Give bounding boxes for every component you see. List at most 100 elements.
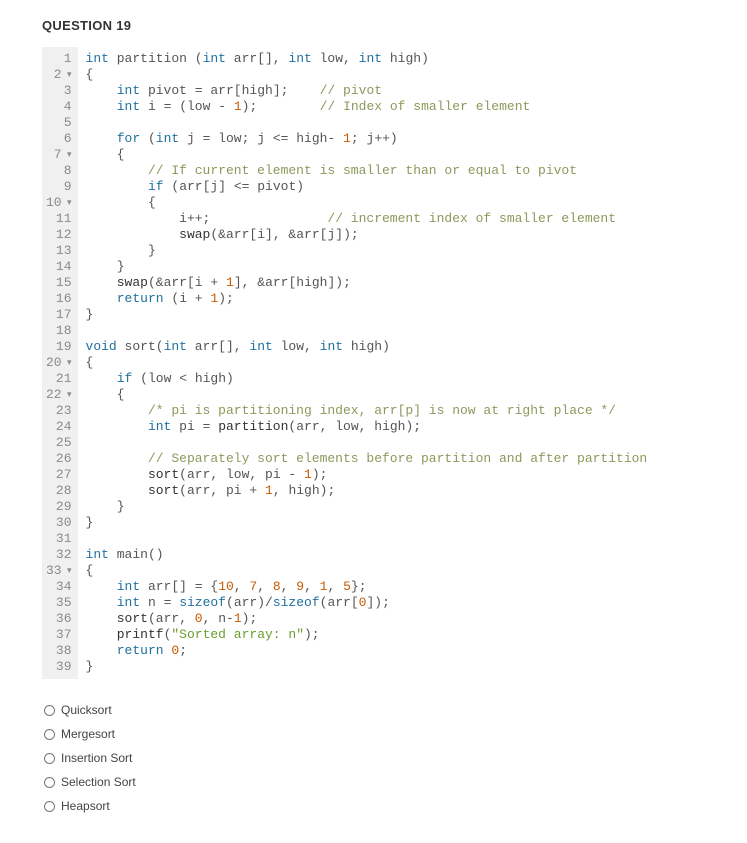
line-number: 39 [46, 659, 72, 675]
line-number: 38 [46, 643, 72, 659]
code-line: int pivot = arr[high]; // pivot [86, 83, 648, 99]
code-line: { [86, 563, 648, 579]
line-number: 2 ▾ [46, 67, 72, 83]
line-number: 32 [46, 547, 72, 563]
answer-option[interactable]: Quicksort [44, 703, 747, 717]
code-line: /* pi is partitioning index, arr[p] is n… [86, 403, 648, 419]
answer-option[interactable]: Selection Sort [44, 775, 747, 789]
line-number: 26 [46, 451, 72, 467]
code-line: int i = (low - 1); // Index of smaller e… [86, 99, 648, 115]
code-line: for (int j = low; j <= high- 1; j++) [86, 131, 648, 147]
code-line: if (low < high) [86, 371, 648, 387]
line-number: 28 [46, 483, 72, 499]
answer-option[interactable]: Insertion Sort [44, 751, 747, 765]
line-number: 1 [46, 51, 72, 67]
code-line: i++; // increment index of smaller eleme… [86, 211, 648, 227]
code-line: // If current element is smaller than or… [86, 163, 648, 179]
code-line: return (i + 1); [86, 291, 648, 307]
fold-icon[interactable]: ▾ [62, 390, 72, 400]
radio-icon[interactable] [44, 729, 55, 740]
line-number: 12 [46, 227, 72, 243]
line-number: 24 [46, 419, 72, 435]
line-number: 31 [46, 531, 72, 547]
line-number: 20 ▾ [46, 355, 72, 371]
line-number: 6 [46, 131, 72, 147]
code-line: swap(&arr[i], &arr[j]); [86, 227, 648, 243]
code-line [86, 115, 648, 131]
line-number: 3 [46, 83, 72, 99]
code-area: int partition (int arr[], int low, int h… [78, 47, 656, 679]
radio-icon[interactable] [44, 705, 55, 716]
line-number: 9 [46, 179, 72, 195]
option-label: Quicksort [61, 703, 112, 717]
question-title: QUESTION 19 [42, 18, 747, 33]
option-label: Selection Sort [61, 775, 136, 789]
fold-icon[interactable]: ▾ [62, 358, 72, 368]
line-number: 36 [46, 611, 72, 627]
line-number: 15 [46, 275, 72, 291]
line-number: 4 [46, 99, 72, 115]
code-line: swap(&arr[i + 1], &arr[high]); [86, 275, 648, 291]
fold-icon[interactable]: ▾ [62, 70, 72, 80]
code-line: sort(arr, pi + 1, high); [86, 483, 648, 499]
fold-icon[interactable]: ▾ [62, 150, 72, 160]
code-line: { [86, 355, 648, 371]
code-line: int main() [86, 547, 648, 563]
radio-icon[interactable] [44, 753, 55, 764]
line-number: 14 [46, 259, 72, 275]
line-number: 25 [46, 435, 72, 451]
answer-option[interactable]: Mergesort [44, 727, 747, 741]
line-number: 27 [46, 467, 72, 483]
line-number: 34 [46, 579, 72, 595]
line-number: 11 [46, 211, 72, 227]
code-line: } [86, 243, 648, 259]
line-number: 13 [46, 243, 72, 259]
code-line: return 0; [86, 643, 648, 659]
code-line: { [86, 147, 648, 163]
code-line [86, 323, 648, 339]
code-line: // Separately sort elements before parti… [86, 451, 648, 467]
code-line [86, 435, 648, 451]
line-number: 23 [46, 403, 72, 419]
line-number: 7 ▾ [46, 147, 72, 163]
code-line: } [86, 515, 648, 531]
answer-option[interactable]: Heapsort [44, 799, 747, 813]
code-line: printf("Sorted array: n"); [86, 627, 648, 643]
code-line: } [86, 259, 648, 275]
code-line: if (arr[j] <= pivot) [86, 179, 648, 195]
code-line: } [86, 659, 648, 675]
line-number: 30 [46, 515, 72, 531]
fold-icon[interactable]: ▾ [62, 198, 72, 208]
answer-options: Quicksort Mergesort Insertion Sort Selectio… [42, 703, 747, 813]
line-number: 35 [46, 595, 72, 611]
fold-icon[interactable]: ▾ [62, 566, 72, 576]
radio-icon[interactable] [44, 777, 55, 788]
code-line: int pi = partition(arr, low, high); [86, 419, 648, 435]
line-number: 37 [46, 627, 72, 643]
line-number: 22 ▾ [46, 387, 72, 403]
option-label: Mergesort [61, 727, 115, 741]
code-line: sort(arr, 0, n-1); [86, 611, 648, 627]
option-label: Heapsort [61, 799, 110, 813]
code-line: sort(arr, low, pi - 1); [86, 467, 648, 483]
code-line: int arr[] = {10, 7, 8, 9, 1, 5}; [86, 579, 648, 595]
line-number: 10 ▾ [46, 195, 72, 211]
line-number: 18 [46, 323, 72, 339]
line-number: 16 [46, 291, 72, 307]
radio-icon[interactable] [44, 801, 55, 812]
line-number: 17 [46, 307, 72, 323]
code-line: } [86, 499, 648, 515]
code-line: { [86, 387, 648, 403]
code-line: int n = sizeof(arr)/sizeof(arr[0]); [86, 595, 648, 611]
line-number: 8 [46, 163, 72, 179]
code-block: 12 ▾34567 ▾8910 ▾11121314151617181920 ▾2… [42, 47, 747, 679]
code-line: } [86, 307, 648, 323]
line-number: 29 [46, 499, 72, 515]
code-line: void sort(int arr[], int low, int high) [86, 339, 648, 355]
line-number: 5 [46, 115, 72, 131]
code-line: { [86, 195, 648, 211]
code-line: { [86, 67, 648, 83]
line-gutter: 12 ▾34567 ▾8910 ▾11121314151617181920 ▾2… [42, 47, 78, 679]
line-number: 33 ▾ [46, 563, 72, 579]
code-line [86, 531, 648, 547]
